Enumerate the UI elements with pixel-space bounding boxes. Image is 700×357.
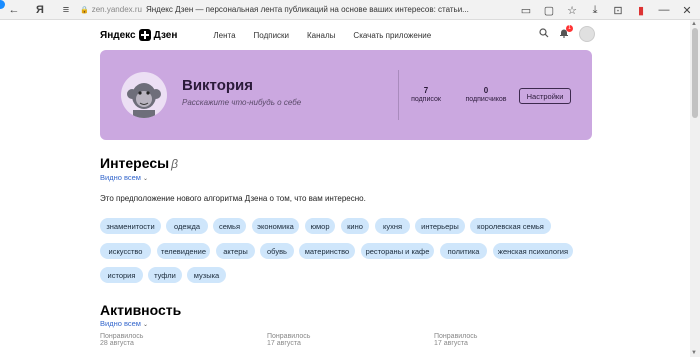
profile-card: Виктория Расскажите что-нибудь о себе 7 … — [100, 50, 592, 140]
page-title: Яндекс Дзен — персональная лента публика… — [145, 5, 469, 14]
interest-tag[interactable]: туфли — [148, 267, 182, 283]
activity-visibility-label: Видно всем — [100, 319, 141, 328]
back-icon[interactable]: ← — [6, 2, 22, 18]
subscribers-count: 0 — [483, 86, 489, 95]
divider — [398, 70, 399, 120]
star-icon[interactable]: ☆ — [563, 2, 581, 18]
browser-tab-icon — [0, 0, 5, 9]
subscribers-stat[interactable]: 0 подписчиков — [460, 86, 512, 103]
interest-tag[interactable]: одежда — [166, 218, 208, 234]
activity-label: Понравилось — [100, 333, 144, 340]
interest-tag[interactable]: кино — [341, 218, 369, 234]
activity-label: Понравилось — [434, 333, 478, 340]
lock-icon: 🔒 — [80, 6, 89, 14]
subscriptions-stat[interactable]: 7 подписок — [406, 86, 446, 103]
interest-tag[interactable]: интерьеры — [415, 218, 465, 234]
avatar[interactable] — [121, 72, 167, 118]
interest-tag[interactable]: знаменитости — [100, 218, 161, 234]
interest-tag[interactable]: рестораны и кафе — [361, 243, 434, 259]
interest-tag[interactable]: музыка — [187, 267, 226, 283]
activity-item[interactable]: Понравилось 17 августа — [434, 333, 477, 347]
interest-tag[interactable]: экономика — [252, 218, 299, 234]
activity-label: Понравилось — [267, 333, 311, 340]
bell-icon[interactable]: 1 — [559, 24, 573, 41]
chevron-down-icon: ⌄ — [142, 322, 148, 328]
close-icon[interactable]: ✕ — [678, 2, 696, 18]
interest-tag[interactable]: актеры — [216, 243, 255, 259]
bookmark-icon[interactable]: ▮ — [632, 2, 650, 18]
settings-button[interactable]: Настройки — [519, 88, 571, 104]
activity-date: 17 августа — [434, 340, 468, 347]
interest-tag[interactable]: юмор — [305, 218, 335, 234]
logo[interactable]: Яндекс Дзен — [100, 29, 177, 41]
scroll-down-icon[interactable]: ▼ — [691, 350, 697, 356]
interest-tag[interactable]: обувь — [260, 243, 294, 259]
activity-item[interactable]: Понравилось 17 августа — [267, 333, 310, 347]
logo-zen: Дзен — [153, 29, 178, 41]
activity-item[interactable]: Понравилось 28 августа — [100, 333, 143, 347]
interest-tag[interactable]: королевская семья — [470, 218, 551, 234]
scrollbar[interactable]: ▲ ▼ — [690, 20, 700, 357]
site-header: Яндекс Дзен Лента Подписки Каналы Скачат… — [100, 24, 595, 46]
pocket-icon[interactable]: ⊡ — [609, 2, 627, 18]
interest-tag[interactable]: искусство — [100, 243, 151, 259]
profile-name: Виктория — [182, 77, 254, 94]
beta-badge: β — [171, 157, 178, 171]
interests-visibility[interactable]: Видно всем ⌄ — [100, 173, 148, 182]
interests-title: Интересы β — [100, 155, 178, 171]
search-icon[interactable] — [539, 27, 549, 41]
download-icon[interactable]: ⤓ — [586, 2, 604, 18]
profile-about[interactable]: Расскажите что-нибудь о себе — [182, 98, 301, 107]
subscriptions-label: подписок — [411, 96, 441, 103]
chevron-down-icon: ⌄ — [142, 176, 148, 182]
monkey-icon — [127, 83, 161, 118]
collections-icon[interactable]: ▢ — [540, 2, 558, 18]
tab-icon[interactable]: ▭ — [517, 2, 535, 18]
interest-tag[interactable]: материнство — [299, 243, 355, 259]
browser-toolbar: ← Я ≡ 🔒 zen.yandex.ru Яндекс Дзен — перс… — [0, 0, 700, 20]
activity-date: 28 августа — [100, 340, 134, 347]
logo-yandex: Яндекс — [100, 29, 136, 41]
interest-tag[interactable]: политика — [440, 243, 487, 259]
url-domain: zen.yandex.ru — [91, 5, 142, 14]
activity-title: Активность — [100, 302, 182, 318]
nav-feed[interactable]: Лента — [213, 31, 235, 40]
nav-subscriptions[interactable]: Подписки — [254, 31, 289, 40]
interest-tag[interactable]: кухня — [375, 218, 410, 234]
yandex-icon[interactable]: Я — [32, 2, 48, 18]
subscribers-label: подписчиков — [465, 96, 507, 103]
notification-badge: 1 — [566, 24, 573, 32]
interest-tag[interactable]: семья — [213, 218, 246, 234]
activity-visibility[interactable]: Видно всем ⌄ — [100, 319, 148, 328]
minimize-icon[interactable]: — — [655, 2, 673, 18]
nav-download-app[interactable]: Скачать приложение — [353, 31, 431, 40]
scroll-thumb[interactable] — [692, 28, 698, 118]
menu-icon[interactable]: ≡ — [58, 2, 74, 18]
zen-logo-icon — [138, 29, 151, 41]
user-avatar[interactable] — [579, 26, 595, 42]
main-nav: Лента Подписки Каналы Скачать приложение — [213, 31, 431, 40]
interests-title-text: Интересы — [100, 155, 170, 171]
interest-tag[interactable]: история — [100, 267, 143, 283]
interests-visibility-label: Видно всем — [100, 173, 141, 182]
nav-channels[interactable]: Каналы — [307, 31, 335, 40]
subscriptions-count: 7 — [423, 86, 429, 95]
scroll-up-icon[interactable]: ▲ — [691, 21, 697, 27]
activity-date: 17 августа — [267, 340, 301, 347]
address-bar[interactable]: 🔒 zen.yandex.ru Яндекс Дзен — персональн… — [80, 3, 475, 17]
interest-tag[interactable]: телевидение — [157, 243, 210, 259]
interests-hint: Это предположение нового алгоритма Дзена… — [100, 194, 366, 203]
interest-tag[interactable]: женская психология — [493, 243, 573, 259]
